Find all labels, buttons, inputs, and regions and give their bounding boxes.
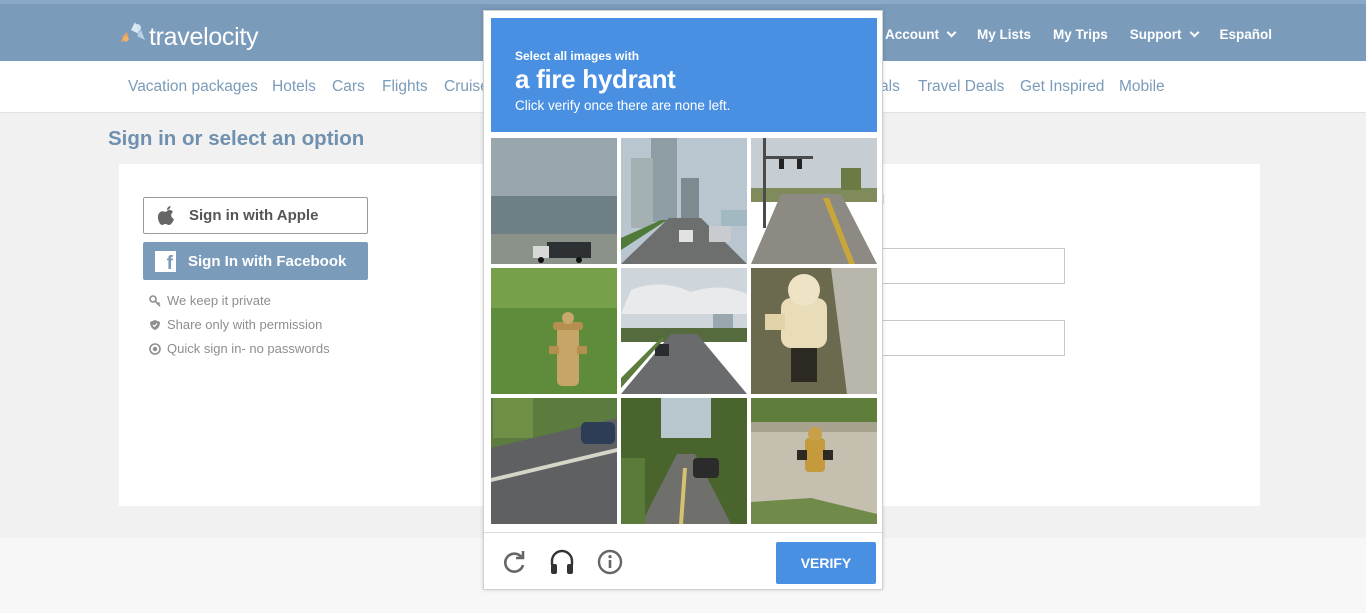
- logo-star-icon: [121, 22, 145, 42]
- captcha-tile[interactable]: [491, 398, 617, 524]
- nav-hotels[interactable]: Hotels: [272, 78, 316, 96]
- reload-icon[interactable]: [501, 549, 527, 575]
- captcha-tile[interactable]: [491, 138, 617, 264]
- captcha-tile[interactable]: [621, 138, 747, 264]
- captcha-target: a fire hydrant: [515, 64, 676, 94]
- sign-in-apple-button[interactable]: Sign in with Apple: [143, 197, 368, 234]
- perk-quick-sign-in: Quick sign in- no passwords: [149, 341, 330, 356]
- captcha-challenge: Select all images with a fire hydrant Cl…: [483, 10, 883, 590]
- captcha-image-grid: [491, 138, 877, 524]
- audio-headphones-icon[interactable]: [549, 549, 575, 575]
- page-title: Sign in or select an option: [108, 127, 365, 150]
- captcha-instructions: Select all images with a fire hydrant Cl…: [491, 18, 877, 132]
- captcha-tile[interactable]: [751, 268, 877, 394]
- captcha-footer: VERIFY: [484, 532, 882, 589]
- captcha-tile[interactable]: [491, 268, 617, 394]
- nav-account[interactable]: Account: [885, 27, 957, 42]
- nav-vacation-packages[interactable]: Vacation packages: [128, 78, 258, 96]
- travelocity-logo[interactable]: travelocity: [117, 20, 259, 52]
- nav-language[interactable]: Español: [1220, 27, 1273, 42]
- nav-mobile[interactable]: Mobile: [1119, 78, 1165, 96]
- email-field[interactable]: [880, 248, 1065, 284]
- key-icon: [149, 294, 161, 307]
- nav-get-inspired[interactable]: Get Inspired: [1020, 78, 1104, 96]
- top-nav: Account My Lists My Trips Support Españo…: [885, 27, 1294, 42]
- captcha-tile[interactable]: [751, 138, 877, 264]
- captcha-tile[interactable]: [621, 398, 747, 524]
- verify-button[interactable]: VERIFY: [776, 542, 876, 584]
- nav-my-lists-label: My Lists: [977, 27, 1032, 42]
- nav-travel-deals[interactable]: Travel Deals: [918, 78, 1004, 96]
- nav-cars[interactable]: Cars: [332, 78, 365, 96]
- facebook-icon: f: [155, 250, 176, 273]
- nav-my-trips-label: My Trips: [1053, 27, 1108, 42]
- shield-icon: [150, 319, 160, 330]
- perk-permission-text: Share only with permission: [167, 317, 323, 332]
- nav-support[interactable]: Support: [1129, 27, 1199, 42]
- nav-my-trips[interactable]: My Trips: [1053, 27, 1108, 42]
- captcha-tile[interactable]: [751, 398, 877, 524]
- nav-my-lists[interactable]: My Lists: [977, 27, 1031, 42]
- perk-permission: Share only with permission: [149, 317, 322, 332]
- chevron-down-icon: [946, 27, 957, 38]
- nav-account-label: Account: [885, 27, 939, 42]
- nav-flights[interactable]: Flights: [382, 78, 428, 96]
- apple-button-label: Sign in with Apple: [189, 207, 319, 224]
- perk-private: We keep it private: [149, 293, 271, 308]
- sign-in-facebook-button[interactable]: f Sign In with Facebook: [143, 242, 368, 280]
- apple-icon: [157, 205, 174, 225]
- nav-support-label: Support: [1129, 27, 1182, 42]
- captcha-instruction-sub: Click verify once there are none left.: [515, 98, 731, 113]
- password-field[interactable]: [880, 320, 1065, 356]
- chevron-down-icon: [1189, 27, 1199, 38]
- nav-language-label: Español: [1219, 27, 1273, 42]
- captcha-tile[interactable]: [621, 268, 747, 394]
- info-icon[interactable]: [597, 549, 623, 575]
- facebook-button-label: Sign In with Facebook: [188, 252, 347, 270]
- logo-text: travelocity: [149, 22, 259, 51]
- captcha-instruction-small: Select all images with: [515, 49, 640, 63]
- perk-quick-sign-in-text: Quick sign in- no passwords: [167, 341, 330, 356]
- target-icon: [149, 342, 161, 355]
- perk-private-text: We keep it private: [167, 293, 271, 308]
